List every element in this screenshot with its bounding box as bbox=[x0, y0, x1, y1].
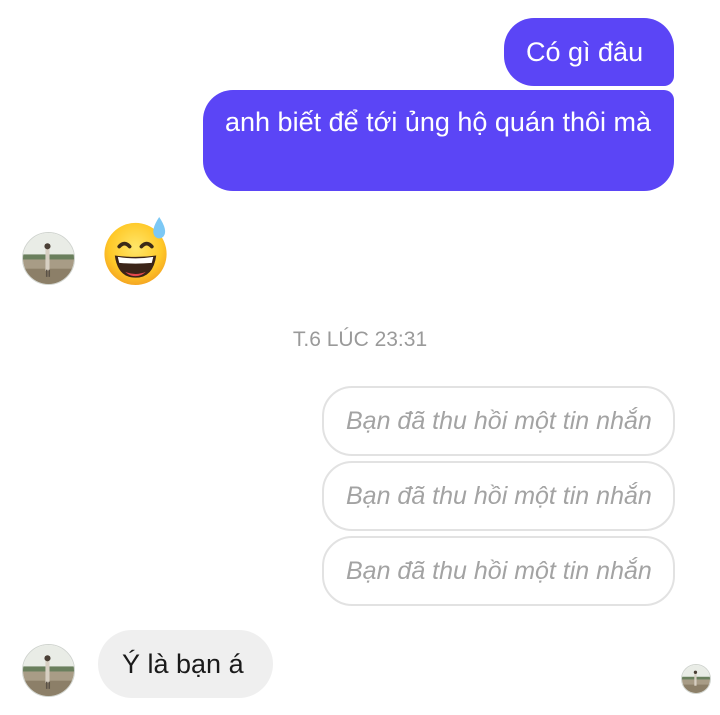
message-text: anh biết để tới ủng hộ quán thôi mà bbox=[225, 107, 652, 137]
recalled-message-bubble[interactable]: Bạn đã thu hồi một tin nhắn bbox=[322, 536, 675, 606]
recalled-message-text: Bạn đã thu hồi một tin nhắn bbox=[346, 407, 652, 435]
recalled-message-bubble[interactable]: Bạn đã thu hồi một tin nhắn bbox=[322, 386, 675, 456]
grinning-face-with-sweat-icon[interactable] bbox=[100, 214, 174, 288]
recalled-message-text: Bạn đã thu hồi một tin nhắn bbox=[346, 482, 652, 510]
message-text: Có gì đâu bbox=[526, 37, 644, 67]
sent-message-bubble[interactable]: Có gì đâu bbox=[504, 18, 674, 86]
recalled-message-text: Bạn đã thu hồi một tin nhắn bbox=[346, 557, 652, 585]
seen-indicator-avatar bbox=[681, 664, 711, 694]
contact-avatar-photo-icon bbox=[23, 645, 74, 696]
received-message-bubble[interactable]: Ý là bạn á bbox=[98, 630, 273, 698]
contact-avatar-photo-icon bbox=[23, 233, 74, 284]
seen-avatar-photo-icon bbox=[682, 665, 710, 693]
recalled-message-bubble[interactable]: Bạn đã thu hồi một tin nhắn bbox=[322, 461, 675, 531]
message-text: Ý là bạn á bbox=[122, 649, 244, 679]
timestamp-divider: T.6 LÚC 23:31 bbox=[292, 328, 428, 351]
contact-avatar[interactable] bbox=[22, 644, 75, 697]
sent-message-bubble[interactable]: anh biết để tới ủng hộ quán thôi mà bbox=[203, 90, 674, 191]
contact-avatar[interactable] bbox=[22, 232, 75, 285]
